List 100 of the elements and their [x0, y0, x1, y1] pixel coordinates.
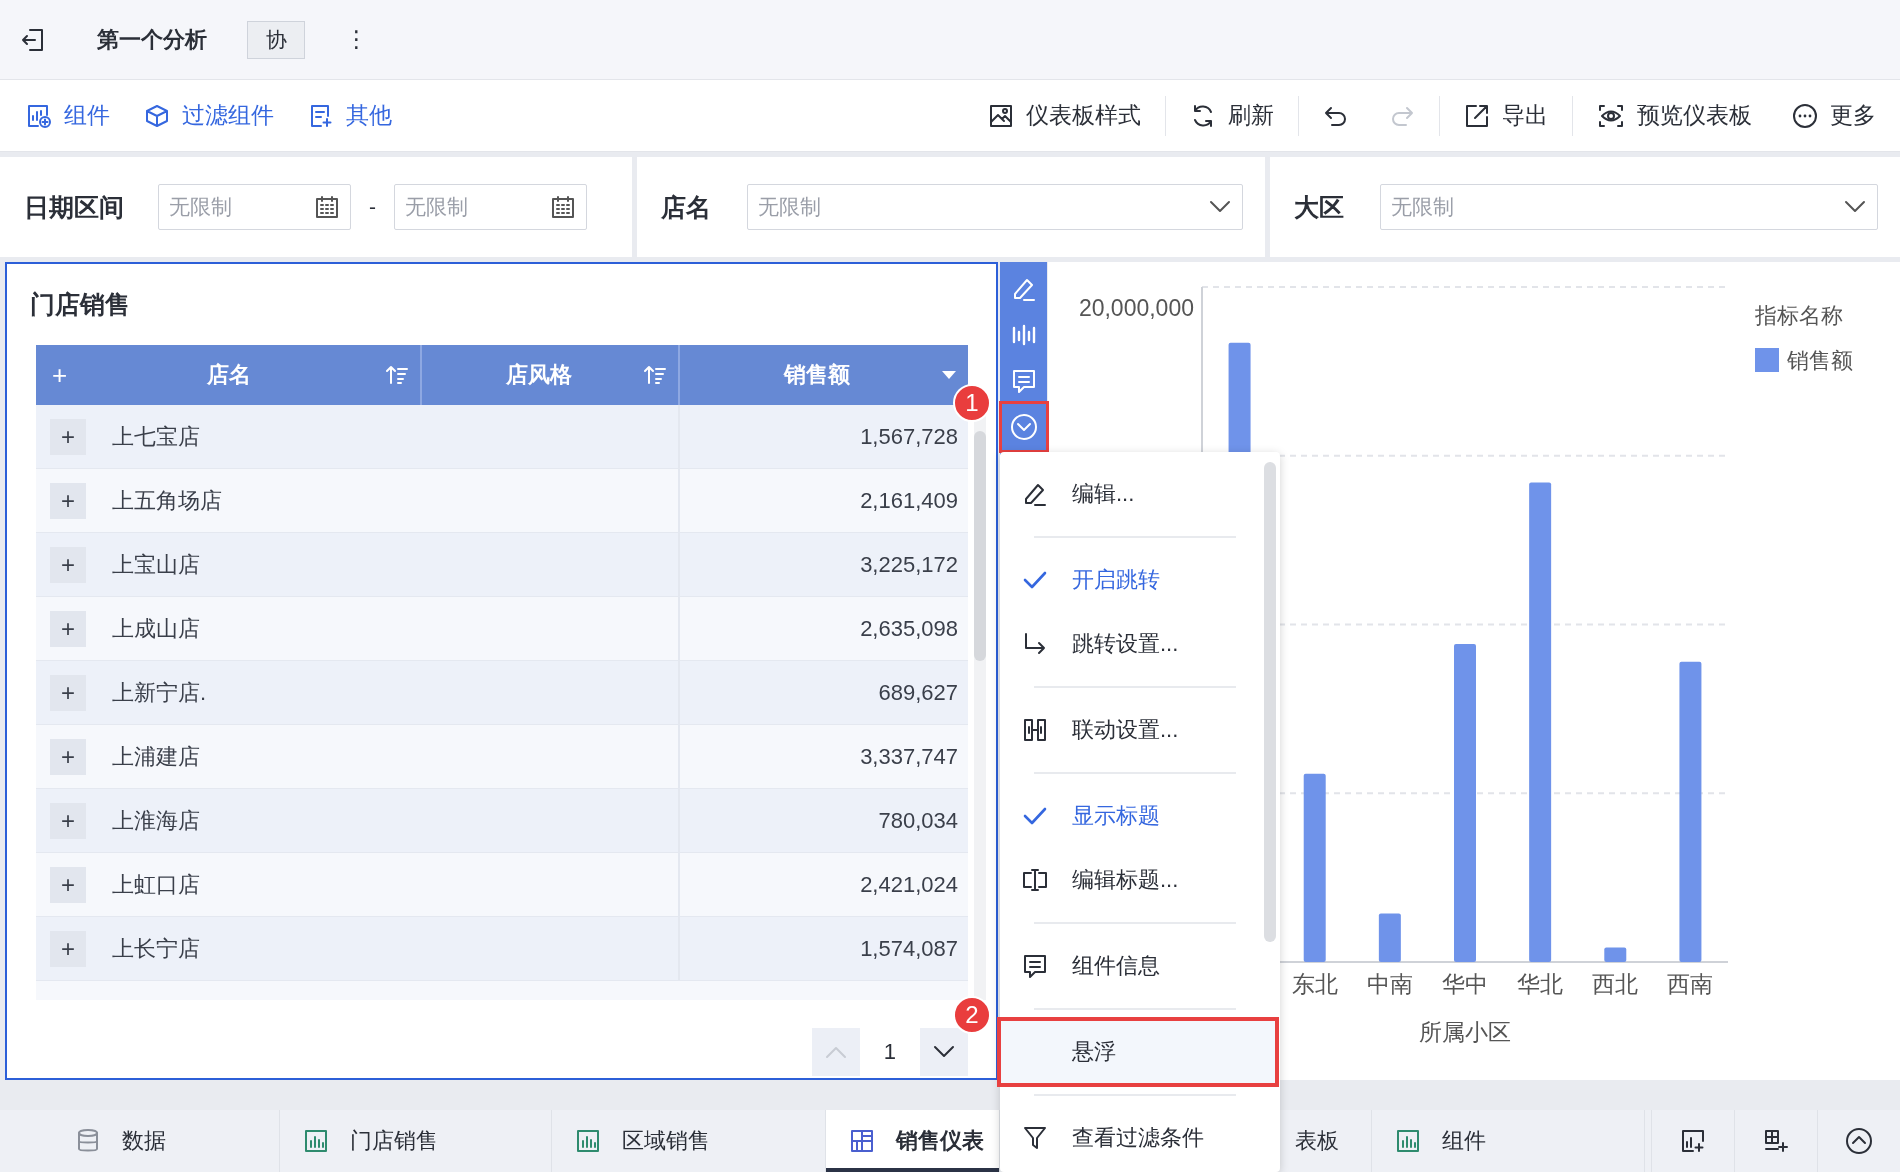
axis-category-label: 华中	[1442, 971, 1488, 997]
table-cell-text: 上淮海店	[112, 806, 200, 835]
menu-item[interactable]: 开启跳转	[1000, 548, 1262, 612]
more-button[interactable]: ⋮	[345, 26, 368, 53]
expand-button[interactable]: +	[50, 546, 86, 583]
table-cell-text: 上新宁店.	[112, 678, 207, 707]
axis-category-label: 华北	[1517, 971, 1564, 997]
bar[interactable]	[1679, 661, 1702, 962]
menu-item[interactable]: 编辑...	[1000, 462, 1262, 526]
menu-item[interactable]: 跳转设置...	[1000, 612, 1262, 676]
chevron-down-icon	[1209, 200, 1231, 214]
menu-item[interactable]: 查看过滤条件	[1000, 1106, 1262, 1170]
more-menu-button[interactable]	[1001, 404, 1046, 450]
toolbar-button[interactable]: 其他	[308, 100, 392, 131]
table-cell: 1,567,728	[860, 423, 958, 450]
bar[interactable]	[1529, 482, 1552, 962]
more-icon	[1792, 102, 1818, 129]
expand-button[interactable]: +	[50, 610, 86, 647]
chevron-down-icon	[1844, 200, 1866, 214]
database-icon	[76, 1128, 100, 1154]
chevron-circle-icon	[1009, 413, 1038, 441]
table-cell-text: 上虹口店	[112, 870, 200, 899]
image-frame-icon	[988, 102, 1014, 129]
toolbar-button[interactable]: 更多	[1792, 100, 1876, 131]
table-cell-text: 上长宁店	[112, 934, 200, 963]
sort-icon[interactable]	[386, 365, 408, 385]
check-icon	[1023, 570, 1047, 590]
legend-label: 销售额	[1787, 347, 1853, 373]
page-number: 1	[883, 1039, 896, 1065]
axis-category-label: 西南	[1667, 971, 1714, 997]
table-cell-text: 上宝山店	[112, 550, 200, 579]
bar[interactable]	[1378, 913, 1401, 962]
toolbar-button[interactable]: 组件	[26, 100, 110, 131]
calendar-icon	[551, 195, 575, 219]
column-label: 店风格	[505, 361, 573, 389]
scrollbar[interactable]	[1264, 462, 1276, 942]
toolbar-button[interactable]: 刷新	[1190, 100, 1274, 131]
table-cell: 3,337,747	[860, 743, 958, 770]
expand-button[interactable]: +	[50, 418, 86, 455]
chevron-down-icon	[933, 1045, 955, 1059]
expand-button[interactable]: +	[50, 674, 86, 711]
date-field[interactable]: 无限制	[158, 184, 351, 230]
sheet-tab[interactable]: 门店销售	[280, 1110, 552, 1172]
share-icon	[1464, 102, 1490, 129]
expand-button[interactable]: +	[50, 482, 86, 519]
turn-arrow-icon	[1022, 631, 1048, 657]
axis-title: 所属小区	[1419, 1019, 1511, 1045]
toolbar-button[interactable]: 仪表板样式	[988, 100, 1141, 131]
expand-button[interactable]: +	[50, 866, 86, 903]
menu-item[interactable]: 悬浮	[1000, 1020, 1276, 1084]
filter-label: 日期区间	[24, 191, 124, 223]
table-cell: 2,421,024	[860, 871, 958, 898]
table-cell-text: 上五角场店	[112, 486, 222, 515]
axis-category-label: 东北	[1291, 971, 1338, 997]
menu-item[interactable]: 组件信息	[1000, 934, 1262, 998]
sheet-tab[interactable]: 组件	[1372, 1110, 1645, 1172]
table-cell-text: 上成山店	[112, 614, 200, 643]
table-cell: 1,574,087	[860, 935, 958, 962]
calendar-icon	[315, 195, 339, 219]
card-title: 门店销售	[30, 289, 130, 320]
table-cell: 689,627	[878, 679, 958, 706]
table-cell-text: 上七宝店	[112, 422, 200, 451]
expand-button[interactable]: +	[50, 930, 86, 967]
chart-add-icon	[26, 102, 52, 129]
toolbar-button[interactable]: 预览仪表板	[1597, 100, 1752, 131]
check-icon	[1023, 806, 1047, 826]
expand-button[interactable]: +	[50, 738, 86, 775]
sheet-tab[interactable]: 数据	[0, 1110, 280, 1172]
next-page-button[interactable]	[920, 1028, 968, 1076]
linked-frames-icon	[1022, 717, 1048, 743]
filter-icon	[1022, 1125, 1048, 1151]
toolbar-button[interactable]: 导出	[1464, 100, 1548, 131]
table-cell: 2,635,098	[860, 615, 958, 642]
comment-icon	[1010, 368, 1037, 394]
menu-item[interactable]: 联动设置...	[1000, 698, 1262, 762]
table-cell: 3,225,172	[860, 551, 958, 578]
exit-icon[interactable]	[19, 26, 46, 53]
sort-icon[interactable]	[644, 365, 666, 385]
menu-item[interactable]: 编辑标题...	[1000, 848, 1262, 912]
dropdown-triangle-icon[interactable]	[942, 370, 956, 380]
dropdown-field[interactable]: 无限制	[747, 184, 1243, 230]
menu-item[interactable]: 显示标题	[1000, 784, 1262, 848]
document-add-icon	[308, 102, 334, 129]
bar[interactable]	[1604, 947, 1627, 962]
toolbar-button[interactable]: 过滤组件	[144, 100, 274, 131]
date-field[interactable]: 无限制	[394, 184, 587, 230]
filter-label: 店名	[661, 191, 711, 223]
frame-add-icon[interactable]	[1763, 1128, 1789, 1154]
bar[interactable]	[1303, 773, 1326, 962]
grid-icon	[850, 1129, 874, 1153]
eye-icon	[1597, 102, 1625, 129]
axis-tick-label: 20,000,000	[1078, 295, 1194, 321]
sheet-tab[interactable]: 销售仪表	[826, 1110, 1000, 1172]
chart-add-icon[interactable]	[1680, 1128, 1706, 1154]
dropdown-field[interactable]: 无限制	[1380, 184, 1878, 230]
comment-icon	[1022, 953, 1048, 979]
expand-button[interactable]: +	[50, 802, 86, 839]
scrollbar[interactable]	[974, 431, 986, 661]
bar-chart-icon	[1396, 1129, 1420, 1153]
chevron-circle-icon[interactable]	[1845, 1127, 1873, 1155]
